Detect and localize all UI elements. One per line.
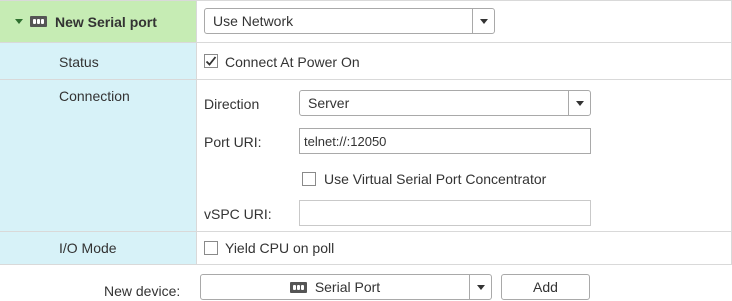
vspc-uri-label: vSPC URI: xyxy=(204,206,272,222)
row-divider xyxy=(0,42,732,43)
new-device-value-wrap: Serial Port xyxy=(201,279,469,295)
direction-select[interactable]: Server xyxy=(299,90,591,116)
connection-value-cell: Direction Server Port URI: telnet://:120… xyxy=(196,79,732,231)
yield-cpu-checkbox[interactable] xyxy=(204,241,218,255)
checkmark-icon xyxy=(205,56,217,66)
port-uri-label: Port URI: xyxy=(204,134,262,150)
connection-label-cell: Connection xyxy=(0,79,196,231)
io-mode-label: I/O Mode xyxy=(59,240,117,256)
connection-type-value: Use Network xyxy=(213,13,294,29)
chevron-down-icon[interactable] xyxy=(568,91,590,115)
direction-value: Server xyxy=(308,95,350,111)
status-value-cell: Connect At Power On xyxy=(196,42,732,79)
connect-at-power-on-label: Connect At Power On xyxy=(225,54,360,70)
direction-label: Direction xyxy=(204,96,260,112)
header-value-cell: Use Network xyxy=(196,0,732,42)
row-divider xyxy=(0,264,732,265)
serial-port-header-cell[interactable]: New Serial port xyxy=(0,0,196,42)
serial-port-icon xyxy=(289,281,307,293)
add-device-button[interactable]: Add xyxy=(501,274,590,300)
io-mode-label-cell: I/O Mode xyxy=(0,231,196,264)
port-uri-input[interactable]: telnet://:12050 xyxy=(299,128,591,154)
new-device-label: New device: xyxy=(104,283,181,299)
port-uri-value: telnet://:12050 xyxy=(304,133,387,149)
device-title: New Serial port xyxy=(55,14,157,30)
io-mode-value-cell: Yield CPU on poll xyxy=(196,231,732,264)
vspc-checkbox-label: Use Virtual Serial Port Concentrator xyxy=(324,171,547,187)
connection-label: Connection xyxy=(59,88,130,104)
status-label-cell: Status xyxy=(0,42,196,79)
column-divider xyxy=(196,0,197,264)
status-label: Status xyxy=(59,54,99,70)
chevron-down-icon[interactable] xyxy=(469,275,491,299)
yield-cpu-label: Yield CPU on poll xyxy=(225,240,335,256)
new-device-value: Serial Port xyxy=(314,279,381,295)
row-divider xyxy=(0,0,732,1)
connection-type-select[interactable]: Use Network xyxy=(204,8,495,34)
connect-at-power-on-checkbox[interactable] xyxy=(204,54,218,68)
vspc-checkbox[interactable] xyxy=(302,172,316,186)
row-divider xyxy=(0,231,732,232)
serial-port-icon xyxy=(30,16,47,27)
vspc-uri-input[interactable] xyxy=(299,200,591,226)
expand-triangle-icon[interactable] xyxy=(15,19,23,24)
new-device-select[interactable]: Serial Port xyxy=(200,274,492,300)
chevron-down-icon[interactable] xyxy=(472,9,494,33)
row-divider xyxy=(0,79,732,80)
